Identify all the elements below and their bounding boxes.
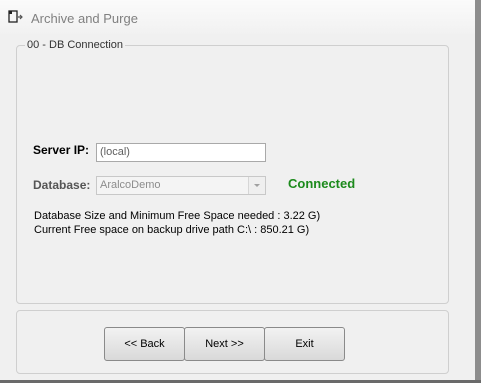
title-bar[interactable]: Archive and Purge — [0, 0, 481, 34]
connection-status: Connected — [288, 176, 356, 191]
server-ip-label: Server IP: — [33, 143, 90, 157]
archive-purge-window: Archive and Purge 00 - DB Connection Ser… — [0, 0, 481, 383]
database-selected-value: AralcoDemo — [100, 179, 161, 191]
db-connection-group: 00 - DB Connection Server IP: (local) Da… — [16, 39, 449, 304]
archive-app-icon — [8, 10, 23, 23]
back-button[interactable]: << Back — [104, 327, 185, 361]
group-legend: 00 - DB Connection — [25, 39, 125, 51]
server-ip-input[interactable]: (local) — [96, 143, 266, 162]
database-dropdown-button[interactable] — [248, 177, 265, 194]
next-button[interactable]: Next >> — [184, 327, 265, 361]
database-label: Database: — [33, 178, 91, 192]
window-title: Archive and Purge — [31, 11, 138, 26]
db-size-info: Database Size and Minimum Free Space nee… — [34, 210, 321, 222]
chevron-down-icon — [254, 184, 260, 187]
free-space-info: Current Free space on backup drive path … — [34, 224, 310, 236]
database-select[interactable]: AralcoDemo — [96, 176, 266, 195]
exit-button[interactable]: Exit — [264, 327, 345, 361]
window-edge-right — [475, 0, 481, 383]
navigation-button-group: << Back Next >> Exit — [16, 310, 449, 374]
